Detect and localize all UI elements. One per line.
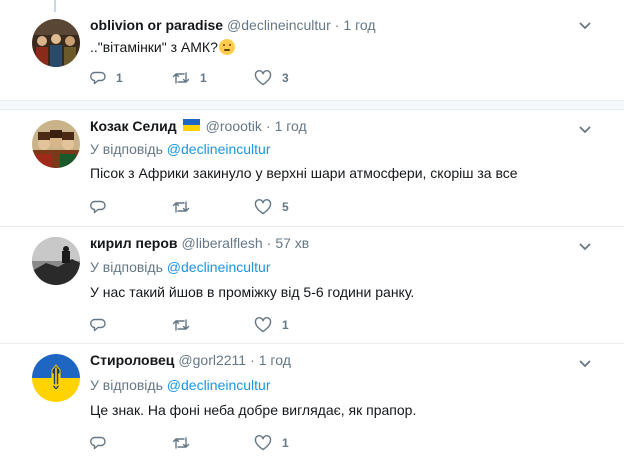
display-name[interactable]: Козак Селид xyxy=(90,118,177,134)
tweet-header: oblivion or paradise @declineincultur · … xyxy=(90,15,376,35)
tweet-text: Це знак. На фоні неба добре виглядає, як… xyxy=(90,402,417,418)
reply-button[interactable] xyxy=(90,435,172,451)
like-count: 3 xyxy=(282,71,289,85)
reply-context: У відповідь @declineincultur xyxy=(90,259,271,275)
user-handle[interactable]: @declineincultur xyxy=(227,17,331,33)
retweet-button[interactable] xyxy=(172,199,254,215)
reply-context: У відповідь @declineincultur xyxy=(90,141,271,157)
reply-button[interactable] xyxy=(90,317,172,333)
heart-icon xyxy=(254,199,272,215)
tweet-actions: 1 xyxy=(90,315,336,335)
retweet-button[interactable]: 1 xyxy=(172,70,254,86)
reply-button[interactable]: 1 xyxy=(90,70,172,86)
reply-button[interactable] xyxy=(90,199,172,215)
retweet-icon xyxy=(172,437,190,449)
user-handle[interactable]: @liberalflesh xyxy=(182,235,263,251)
retweet-button[interactable] xyxy=(172,317,254,333)
tweet-text-wrap: .."вітамінки" з АМК? xyxy=(90,37,235,57)
avatar[interactable] xyxy=(32,19,80,67)
separator-dot: · xyxy=(250,352,255,368)
tweet-3[interactable]: кирил перов @liberalflesh · 57 хв У відп… xyxy=(0,227,624,343)
separator-dot: · xyxy=(265,118,271,134)
user-handle[interactable]: @roootik xyxy=(206,118,262,134)
like-button[interactable]: 1 xyxy=(254,435,336,451)
reply-to-handle[interactable]: @declineincultur xyxy=(167,141,271,157)
reply-icon xyxy=(90,436,106,450)
avatar[interactable] xyxy=(32,237,80,285)
retweet-button[interactable] xyxy=(172,435,254,451)
heart-icon xyxy=(254,317,272,333)
thread-line xyxy=(54,0,56,12)
reply-context: У відповідь @declineincultur xyxy=(90,377,271,393)
tweet-header: Козак Селид @roootik · 1 год xyxy=(90,116,307,136)
reply-to-handle[interactable]: @declineincultur xyxy=(167,259,271,275)
tweet-header: Стироловец @gorl2211 · 1 год xyxy=(90,350,291,370)
tweet-actions: 1 1 3 xyxy=(90,68,336,88)
chevron-down-icon[interactable] xyxy=(578,356,592,370)
tweet-1[interactable]: oblivion or paradise @declineincultur · … xyxy=(0,0,624,100)
retweet-icon xyxy=(172,72,190,84)
display-name[interactable]: Стироловец xyxy=(90,352,174,368)
reply-label: У відповідь xyxy=(90,141,163,157)
avatar[interactable] xyxy=(32,120,80,168)
heart-icon xyxy=(254,70,272,86)
tweet-2[interactable]: Козак Селид @roootik · 1 год У відповідь… xyxy=(0,110,624,226)
chevron-down-icon[interactable] xyxy=(578,122,592,136)
like-count: 1 xyxy=(282,318,289,332)
timestamp[interactable]: 1 год xyxy=(343,17,375,33)
thread-gap xyxy=(0,100,624,110)
like-button[interactable]: 3 xyxy=(254,70,336,86)
separator-dot: · xyxy=(334,17,340,33)
ukraine-flag-icon xyxy=(182,119,200,131)
reply-icon xyxy=(90,71,106,85)
tweet-actions: 5 xyxy=(90,197,336,217)
tweet-text: Пісок з Африки закинуло у верхні шари ат… xyxy=(90,165,518,181)
display-name[interactable]: oblivion or paradise xyxy=(90,17,223,33)
tweet-text: У нас такий йшов в проміжку від 5-6 годи… xyxy=(90,284,415,300)
reply-label: У відповідь xyxy=(90,377,163,393)
avatar[interactable] xyxy=(32,354,80,402)
timestamp[interactable]: 1 год xyxy=(259,352,291,368)
like-count: 1 xyxy=(282,436,289,450)
retweet-icon xyxy=(172,319,190,331)
like-button[interactable]: 5 xyxy=(254,199,336,215)
reply-count: 1 xyxy=(116,71,123,85)
tweet-actions: 1 xyxy=(90,433,336,453)
display-name[interactable]: кирил перов xyxy=(90,235,178,251)
retweet-count: 1 xyxy=(200,71,207,85)
reply-icon xyxy=(90,200,106,214)
reply-icon xyxy=(90,318,106,332)
retweet-icon xyxy=(172,201,190,213)
separator-dot: · xyxy=(266,235,272,251)
like-count: 5 xyxy=(282,200,289,214)
tweet-text: .."вітамінки" з АМК? xyxy=(90,39,218,55)
thinking-face-icon xyxy=(218,39,235,55)
reply-to-handle[interactable]: @declineincultur xyxy=(167,377,271,393)
like-button[interactable]: 1 xyxy=(254,317,336,333)
timestamp[interactable]: 57 хв xyxy=(275,235,309,251)
reply-label: У відповідь xyxy=(90,259,163,275)
chevron-down-icon[interactable] xyxy=(578,18,592,32)
tweet-4[interactable]: Стироловец @gorl2211 · 1 год У відповідь… xyxy=(0,344,624,460)
timestamp[interactable]: 1 год xyxy=(275,118,307,134)
heart-icon xyxy=(254,435,272,451)
chevron-down-icon[interactable] xyxy=(578,239,592,253)
user-handle[interactable]: @gorl2211 xyxy=(178,352,246,368)
tweet-header: кирил перов @liberalflesh · 57 хв xyxy=(90,233,309,253)
